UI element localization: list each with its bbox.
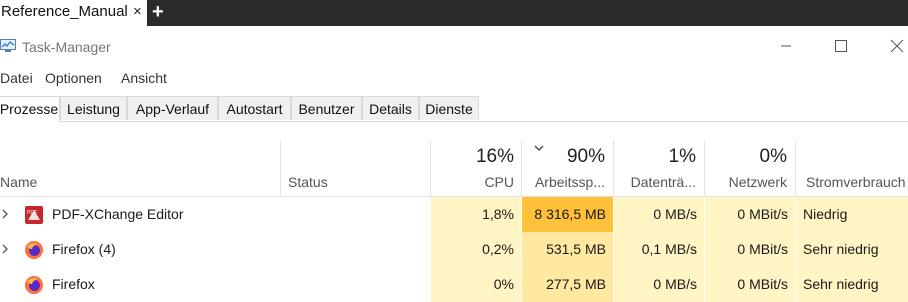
process-name: Firefox bbox=[52, 276, 95, 292]
menu-file[interactable]: Datei bbox=[0, 70, 33, 86]
task-manager-icon bbox=[0, 39, 16, 52]
document-tab-title: Reference_Manual bbox=[1, 3, 128, 20]
firefox-icon bbox=[25, 241, 43, 259]
header-network-percent[interactable]: 0% bbox=[705, 146, 787, 168]
power-cell: Sehr niedrig bbox=[796, 267, 908, 302]
column-divider bbox=[795, 141, 796, 196]
window-title: Task-Manager bbox=[22, 39, 111, 55]
close-tab-icon[interactable]: × bbox=[133, 3, 142, 20]
table-row[interactable]: Firefox 0% 277,5 MB 0 MB/s 0 MBit/s Sehr… bbox=[0, 267, 908, 302]
memory-cell: 531,5 MB bbox=[522, 232, 613, 267]
column-divider bbox=[280, 141, 281, 196]
tab-startup[interactable]: Autostart bbox=[218, 96, 291, 120]
cpu-cell: 0,2% bbox=[431, 232, 521, 267]
header-status[interactable]: Status bbox=[288, 174, 328, 190]
disk-cell: 0 MB/s bbox=[614, 197, 704, 232]
close-icon[interactable] bbox=[888, 37, 906, 55]
new-tab-button[interactable]: + bbox=[152, 1, 164, 24]
menu-options[interactable]: Optionen bbox=[45, 70, 102, 86]
process-name: PDF-XChange Editor bbox=[52, 206, 184, 222]
top-tab-strip: Reference_Manual × + bbox=[0, 0, 908, 26]
header-name[interactable]: Name bbox=[0, 174, 37, 190]
table-row[interactable]: Firefox (4) 0,2% 531,5 MB 0,1 MB/s 0 MBi… bbox=[0, 232, 908, 267]
header-memory-percent[interactable]: 90% bbox=[522, 146, 605, 168]
tab-details[interactable]: Details bbox=[362, 96, 419, 120]
tab-performance[interactable]: Leistung bbox=[60, 96, 127, 120]
tab-processes[interactable]: Prozesse bbox=[0, 96, 60, 122]
header-memory[interactable]: Arbeitssp... bbox=[522, 174, 605, 190]
expand-chevron-icon[interactable] bbox=[0, 208, 10, 220]
title-bar: Task-Manager bbox=[0, 29, 908, 63]
firefox-icon bbox=[25, 276, 43, 294]
menu-view[interactable]: Ansicht bbox=[121, 70, 167, 86]
disk-cell: 0 MB/s bbox=[614, 267, 704, 302]
header-disk[interactable]: Datenträ... bbox=[614, 174, 696, 190]
power-cell: Niedrig bbox=[796, 197, 908, 232]
header-cpu[interactable]: CPU bbox=[431, 174, 514, 190]
maximize-icon[interactable] bbox=[832, 37, 850, 55]
header-network[interactable]: Netzwerk bbox=[705, 174, 787, 190]
tab-services[interactable]: Dienste bbox=[419, 96, 479, 120]
cpu-cell: 1,8% bbox=[431, 197, 521, 232]
document-tab[interactable]: Reference_Manual × bbox=[0, 0, 147, 26]
tab-users[interactable]: Benutzer bbox=[291, 96, 362, 120]
process-name: Firefox (4) bbox=[52, 241, 116, 257]
tab-app-history[interactable]: App-Verlauf bbox=[127, 96, 218, 120]
tab-strip: Prozesse Leistung App-Verlauf Autostart … bbox=[0, 96, 908, 122]
cpu-cell: 0% bbox=[431, 267, 521, 302]
network-cell: 0 MBit/s bbox=[705, 232, 795, 267]
svg-text:PDF: PDF bbox=[27, 210, 37, 216]
disk-cell: 0,1 MB/s bbox=[614, 232, 704, 267]
expand-chevron-icon[interactable] bbox=[0, 243, 10, 255]
header-disk-percent[interactable]: 1% bbox=[614, 146, 696, 168]
power-cell: Sehr niedrig bbox=[796, 232, 908, 267]
network-cell: 0 MBit/s bbox=[705, 197, 795, 232]
network-cell: 0 MBit/s bbox=[705, 267, 795, 302]
pdf-xchange-icon: PDF bbox=[25, 206, 43, 224]
header-power[interactable]: Stromverbrauch bbox=[806, 174, 906, 190]
minimize-icon[interactable] bbox=[777, 37, 795, 55]
table-row[interactable]: PDF PDF-XChange Editor 1,8% 8 316,5 MB 0… bbox=[0, 197, 908, 232]
memory-cell: 277,5 MB bbox=[522, 267, 613, 302]
header-cpu-percent[interactable]: 16% bbox=[431, 146, 514, 168]
memory-cell: 8 316,5 MB bbox=[522, 197, 613, 232]
